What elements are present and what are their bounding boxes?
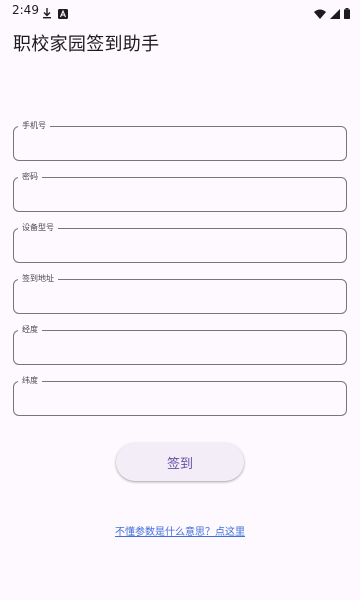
- help-link[interactable]: 不懂参数是什么意思？点这里: [0, 523, 360, 538]
- device-model-field-label: 设备型号: [18, 223, 58, 233]
- checkin-address-field-label: 签到地址: [18, 274, 58, 284]
- phone-field[interactable]: 手机号: [13, 121, 347, 161]
- status-notification-icons: [42, 4, 68, 23]
- device-model-field[interactable]: 设备型号: [13, 223, 347, 263]
- wifi-icon: [314, 4, 326, 23]
- password-field[interactable]: 密码: [13, 172, 347, 212]
- status-time: 2:49: [12, 3, 39, 17]
- phone-input[interactable]: [22, 135, 338, 154]
- longitude-field[interactable]: 经度: [13, 325, 347, 365]
- battery-icon: [344, 4, 350, 23]
- checkin-button[interactable]: 签到: [116, 443, 244, 481]
- status-bar: 2:49: [0, 0, 360, 20]
- latitude-field-label: 纬度: [18, 376, 42, 386]
- longitude-field-label: 经度: [18, 325, 42, 335]
- checkin-address-input[interactable]: [22, 288, 338, 307]
- a-notification-icon: [58, 4, 68, 23]
- longitude-input[interactable]: [22, 339, 338, 358]
- password-field-label: 密码: [18, 172, 42, 182]
- signal-icon: [330, 4, 340, 23]
- app-title: 职校家园签到助手: [13, 34, 160, 55]
- device-model-input[interactable]: [22, 237, 338, 256]
- latitude-input[interactable]: [22, 390, 338, 409]
- status-system-icons: [314, 4, 350, 23]
- download-icon: [42, 4, 52, 23]
- checkin-address-field[interactable]: 签到地址: [13, 274, 347, 314]
- phone-field-label: 手机号: [18, 121, 50, 131]
- checkin-button-label: 签到: [166, 456, 193, 472]
- password-input[interactable]: [22, 186, 338, 205]
- latitude-field[interactable]: 纬度: [13, 376, 347, 416]
